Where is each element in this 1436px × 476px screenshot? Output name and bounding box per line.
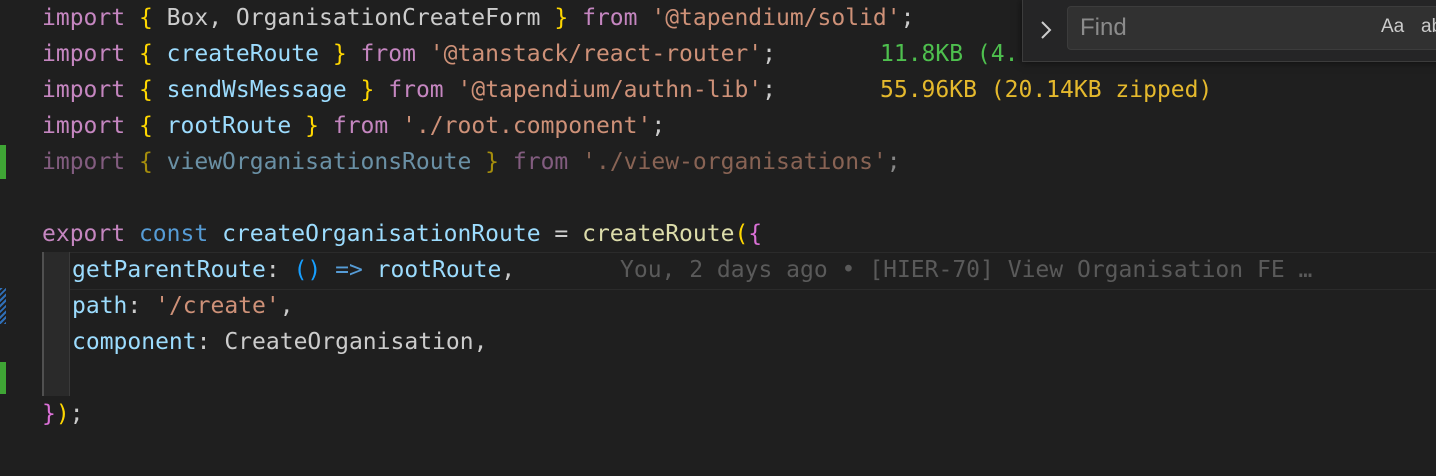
keyword: import xyxy=(42,5,126,31)
paren: ( xyxy=(734,221,749,247)
brace: } xyxy=(360,77,375,103)
comma: , xyxy=(501,257,516,283)
arrow: => xyxy=(321,257,377,283)
import-cost-annotation: 55.96KB (20.14KB zipped) xyxy=(880,77,1213,103)
module-string: './root.component' xyxy=(402,113,652,139)
brace: } xyxy=(332,41,347,67)
code-line-12[interactable]: }); xyxy=(42,396,84,432)
property-key: path xyxy=(72,293,128,319)
brace: } xyxy=(42,401,56,427)
colon: : xyxy=(265,257,294,283)
colon: : xyxy=(196,329,225,355)
import-names: createRoute xyxy=(152,41,333,67)
semicolon: ; xyxy=(886,149,901,175)
match-case-toggle[interactable]: Aa xyxy=(1381,16,1404,38)
keyword: from xyxy=(388,77,444,103)
import-cost-annotation: 11.8KB (4. xyxy=(880,41,1019,67)
git-blame-annotation[interactable]: You, 2 days ago • [HIER-70] View Organis… xyxy=(620,252,1312,288)
keyword: import xyxy=(42,113,126,139)
indent-guide xyxy=(42,252,70,396)
semicolon: ; xyxy=(762,41,776,67)
keyword: from xyxy=(512,149,569,175)
colon: : xyxy=(127,293,156,319)
variable-name: createOrganisationRoute xyxy=(222,221,541,247)
brace: } xyxy=(485,149,500,175)
code-line-3[interactable]: import { sendWsMessage } from '@tapendiu… xyxy=(42,72,776,108)
code-line-5[interactable]: import { viewOrganisationsRoute } from '… xyxy=(42,144,901,180)
code-line-9[interactable]: path: '/create', xyxy=(72,288,294,324)
module-string: '@tanstack/react-router' xyxy=(429,41,763,67)
code-editor[interactable]: import { Box, OrganisationCreateForm } f… xyxy=(0,0,1436,476)
keyword: from xyxy=(360,41,416,67)
whole-word-toggle[interactable]: ab xyxy=(1421,16,1436,38)
import-names: Box, OrganisationCreateForm xyxy=(152,5,555,31)
keyword: import xyxy=(42,77,126,103)
keyword: from xyxy=(582,5,638,31)
operator: = xyxy=(540,221,583,247)
property-key: component xyxy=(72,329,197,355)
semicolon: ; xyxy=(69,401,84,427)
paren: ) xyxy=(55,401,70,427)
semicolon: ; xyxy=(651,113,666,139)
brace: } xyxy=(305,113,319,139)
chevron-right-icon-svg xyxy=(1041,21,1052,39)
keyword: export xyxy=(42,221,126,247)
keyword: import xyxy=(42,41,126,67)
function-name: createRoute xyxy=(582,221,735,247)
brace: { xyxy=(138,41,153,67)
chevron-right-icon[interactable] xyxy=(1035,14,1059,46)
keyword: from xyxy=(332,113,389,139)
brace: { xyxy=(138,5,153,31)
import-names: rootRoute xyxy=(152,113,306,139)
code-line-1[interactable]: import { Box, OrganisationCreateForm } f… xyxy=(42,0,914,36)
import-names: sendWsMessage xyxy=(152,77,361,103)
value: rootRoute xyxy=(376,257,502,283)
code-line-8[interactable]: getParentRoute: () => rootRoute, xyxy=(72,252,515,288)
brace: { xyxy=(748,221,763,247)
brace: { xyxy=(138,149,153,175)
property-key: getParentRoute xyxy=(72,257,266,283)
semicolon: ; xyxy=(762,77,776,103)
import-names: viewOrganisationsRoute xyxy=(152,149,486,175)
code-line-4[interactable]: import { rootRoute } from './root.compon… xyxy=(42,108,665,144)
keyword: const xyxy=(138,221,209,247)
brace: { xyxy=(138,77,153,103)
comma: , xyxy=(279,293,294,319)
git-added-marker[interactable] xyxy=(0,145,6,179)
value: '/create' xyxy=(155,293,280,319)
brace: } xyxy=(554,5,569,31)
paren: () xyxy=(293,257,322,283)
git-modified-marker[interactable] xyxy=(0,288,6,324)
module-string: './view-organisations' xyxy=(582,149,887,175)
keyword: import xyxy=(42,149,126,175)
code-line-10[interactable]: component: CreateOrganisation, xyxy=(72,324,487,360)
module-string: '@tapendium/solid' xyxy=(651,5,901,31)
module-string: '@tapendium/authn-lib' xyxy=(457,77,763,103)
code-line-2[interactable]: import { createRoute } from '@tanstack/r… xyxy=(42,36,776,72)
comma: , xyxy=(473,329,488,355)
brace: { xyxy=(138,113,153,139)
value: CreateOrganisation xyxy=(224,329,474,355)
git-added-marker[interactable] xyxy=(0,362,6,394)
code-line-7[interactable]: export const createOrganisationRoute = c… xyxy=(42,216,762,252)
find-widget: Aa ab xyxy=(1022,0,1436,62)
semicolon: ; xyxy=(900,5,915,31)
